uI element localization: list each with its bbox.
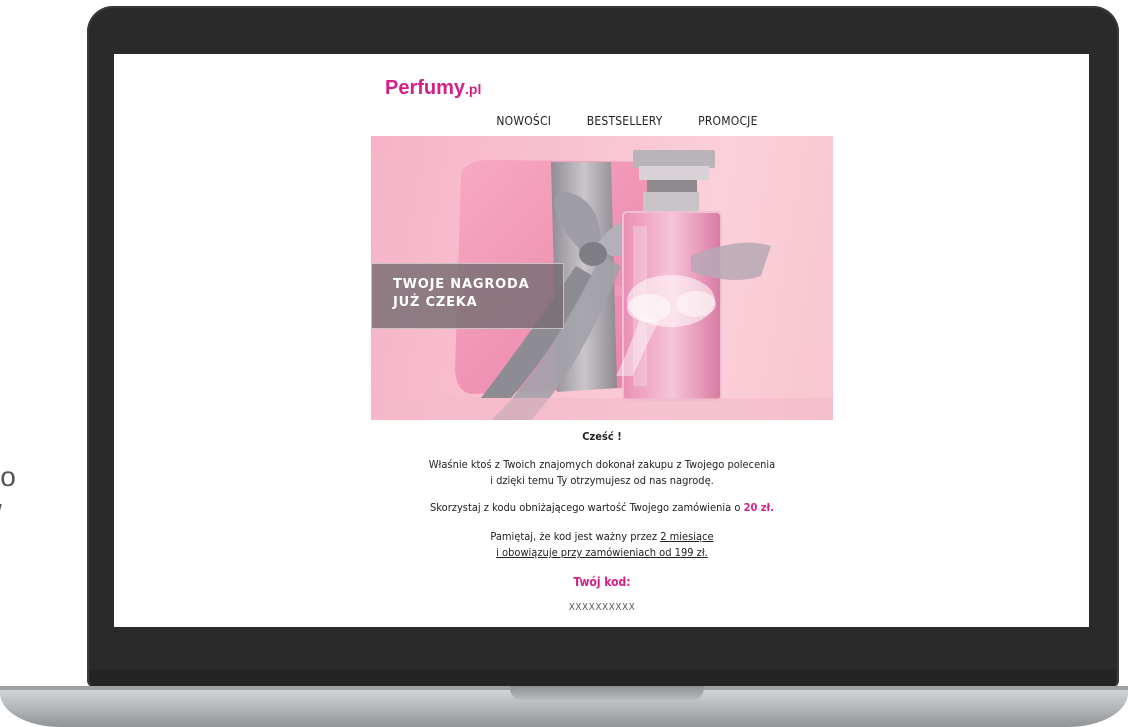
validity-min-order: i obowiązuje przy zamówieniach od 199 zł… [496, 546, 708, 559]
validity-text: Pamiętaj, że kod jest ważny przez [490, 530, 658, 543]
hero-caption-line-2: JUŻ CZEKA [393, 295, 478, 310]
nav-link-nowosci[interactable]: NOWOŚCI [496, 114, 551, 128]
greeting: Cześć ! [582, 430, 622, 443]
discount-amount: 20 zł. [743, 501, 774, 514]
background-partial-text-line-1: lo [0, 461, 16, 492]
hero-banner[interactable]: TWOJE NAGRODA JUŻ CZEKA [371, 136, 833, 420]
discount-text: Skorzystaj z kodu obniżającego wartość T… [430, 501, 741, 514]
perfume-cap-top [633, 150, 715, 168]
intro-line-2: i dzięki temu Ty otrzymujesz od nas nagr… [490, 474, 714, 487]
nav-link-promocje[interactable]: PROMOCJE [698, 114, 757, 128]
laptop-notch [510, 686, 704, 700]
brand-logo[interactable]: Perfumy.pl [385, 77, 481, 100]
background-partial-text-line-2: / [0, 496, 16, 534]
intro-paragraph: Właśnie ktoś z Twoich znajomych dokonał … [371, 457, 833, 489]
discount-paragraph: Skorzystaj z kodu obniżającego wartość T… [371, 500, 833, 516]
email-nav: NOWOŚCI BESTSELLERY PROMOCJE [371, 114, 833, 128]
validity-paragraph: Pamiętaj, że kod jest ważny przez 2 mies… [371, 529, 833, 561]
brand-name: Perfumy [385, 77, 466, 99]
hero-caption: TWOJE NAGRODA JUŻ CZEKA [393, 276, 529, 312]
laptop-screen: Perfumy.pl NOWOŚCI BESTSELLERY PROMOCJE [114, 54, 1089, 627]
intro-line-1: Właśnie ktoś z Twoich znajomych dokonał … [428, 458, 776, 471]
discount-code[interactable]: XXXXXXXXXX [371, 600, 833, 616]
nav-link-bestsellery[interactable]: BESTSELLERY [587, 114, 663, 128]
background-partial-text: lo / [0, 458, 16, 534]
code-label: Twój kod: [573, 575, 631, 589]
brand-tld: .pl [465, 81, 482, 97]
hero-caption-line-1: TWOJE NAGRODA [393, 277, 530, 292]
email-message: Perfumy.pl NOWOŚCI BESTSELLERY PROMOCJE [371, 54, 833, 627]
validity-duration: 2 miesiące [660, 530, 714, 543]
